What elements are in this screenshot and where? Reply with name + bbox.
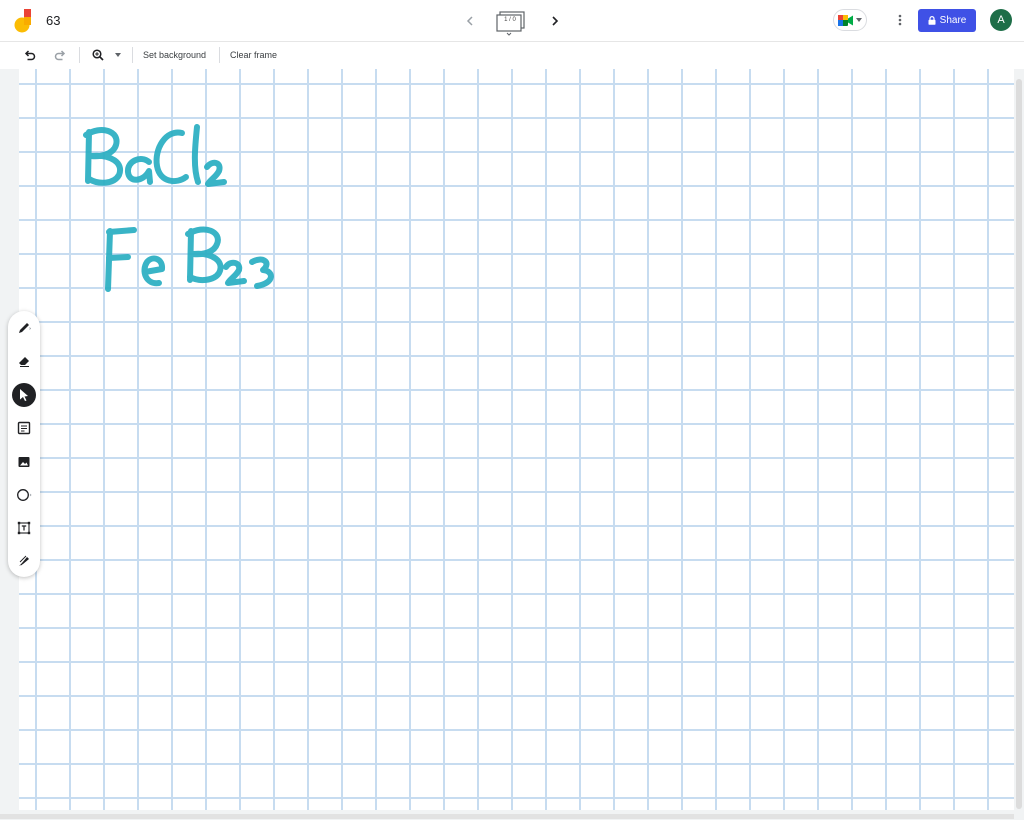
chevron-left-icon (466, 16, 473, 26)
sticky-note-tool[interactable] (12, 416, 36, 440)
laser-pointer-icon (19, 555, 29, 566)
text-box-icon (17, 521, 31, 535)
dropdown-caret-icon (856, 18, 862, 22)
tool-palette (8, 311, 40, 577)
zoom-dropdown-button[interactable] (113, 46, 123, 64)
next-frame-button[interactable] (545, 8, 565, 34)
toolbar-divider (79, 47, 80, 63)
lock-icon (928, 16, 936, 25)
frame-counter: 1 / 0 (504, 17, 516, 23)
document-title[interactable]: 63 (46, 13, 60, 28)
horizontal-scrollbar[interactable] (0, 814, 1014, 819)
meet-button[interactable] (833, 9, 867, 31)
cursor-arrow-icon (20, 389, 28, 401)
laser-tool[interactable] (12, 549, 36, 573)
toolbar-divider (132, 47, 133, 63)
handwriting-febr3 (105, 226, 274, 292)
share-button[interactable]: Share (918, 9, 976, 32)
circle-icon (17, 489, 32, 501)
frame-navigator: 1 / 0 (460, 8, 570, 36)
eraser-icon (19, 357, 29, 367)
handwriting-layer (83, 124, 274, 292)
previous-frame-button[interactable] (460, 8, 480, 34)
clear-frame-button[interactable]: Clear frame (230, 46, 277, 64)
redo-icon (54, 49, 66, 60)
share-label: Share (939, 15, 967, 26)
undo-button[interactable] (22, 46, 38, 64)
clear-frame-label: Clear frame (230, 50, 278, 60)
set-background-button[interactable]: Set background (143, 46, 206, 64)
select-tool[interactable] (12, 383, 36, 407)
board-toolbar: Set background Clear frame (0, 42, 1024, 68)
whiteboard-canvas[interactable] (19, 69, 1014, 810)
image-tool[interactable] (12, 450, 36, 474)
frames-icon (496, 11, 525, 36)
more-vert-icon (898, 14, 902, 26)
canvas-area (0, 69, 1024, 820)
image-icon (18, 457, 30, 467)
zoom-in-icon (92, 49, 104, 61)
redo-button[interactable] (52, 46, 68, 64)
toolbar-divider (219, 47, 220, 63)
zoom-button[interactable] (90, 46, 106, 64)
eraser-tool[interactable] (12, 349, 36, 373)
text-box-tool[interactable] (12, 516, 36, 540)
pen-tool[interactable] (12, 316, 36, 340)
shape-tool[interactable] (12, 483, 36, 507)
more-options-button[interactable] (892, 11, 908, 29)
vertical-scrollbar[interactable] (1016, 79, 1022, 809)
set-background-label: Set background (143, 50, 207, 60)
sticky-note-icon (17, 421, 31, 435)
meet-icon (838, 14, 853, 26)
handwriting-bacl2 (83, 124, 227, 187)
jamboard-logo-icon[interactable] (13, 9, 35, 33)
chevron-right-icon (552, 16, 559, 26)
pen-icon (19, 323, 31, 333)
undo-icon (24, 49, 36, 60)
dropdown-caret-icon (115, 53, 121, 57)
account-avatar[interactable]: A (990, 9, 1012, 31)
top-bar: 63 1 / 0 Share A (0, 0, 1024, 42)
